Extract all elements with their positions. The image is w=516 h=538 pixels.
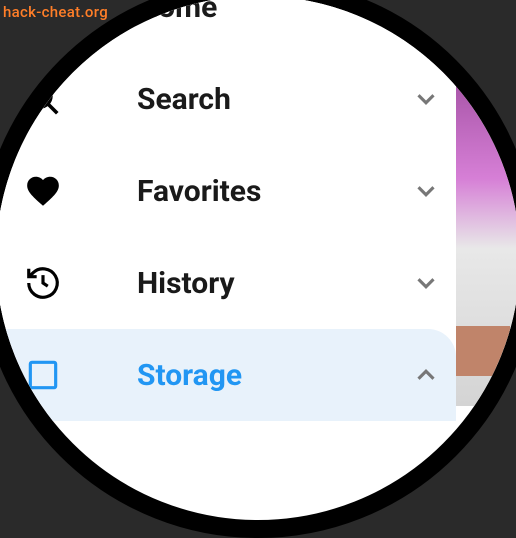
history-icon: [24, 264, 62, 302]
menu-item-label: Home: [137, 0, 441, 25]
chevron-up-icon: [411, 360, 441, 390]
storage-icon: [24, 356, 62, 394]
chevron-down-icon: [411, 268, 441, 298]
heart-icon: [24, 172, 62, 210]
navigation-menu: Home Search Favori: [0, 0, 456, 421]
chevron-down-icon: [411, 84, 441, 114]
menu-item-label: History: [137, 266, 411, 301]
menu-item-storage[interactable]: Storage: [0, 329, 456, 421]
menu-item-history[interactable]: History: [0, 237, 456, 329]
watermark: hack-cheat.org: [3, 3, 108, 21]
chevron-down-icon: [411, 176, 441, 206]
menu-item-search[interactable]: Search: [0, 53, 456, 145]
menu-item-favorites[interactable]: Favorites: [0, 145, 456, 237]
menu-item-label: Search: [137, 82, 411, 117]
menu-item-label: Storage: [137, 358, 411, 393]
menu-item-label: Favorites: [137, 174, 411, 209]
circle-frame: Home Search Favori: [0, 0, 516, 538]
search-icon: [24, 80, 62, 118]
